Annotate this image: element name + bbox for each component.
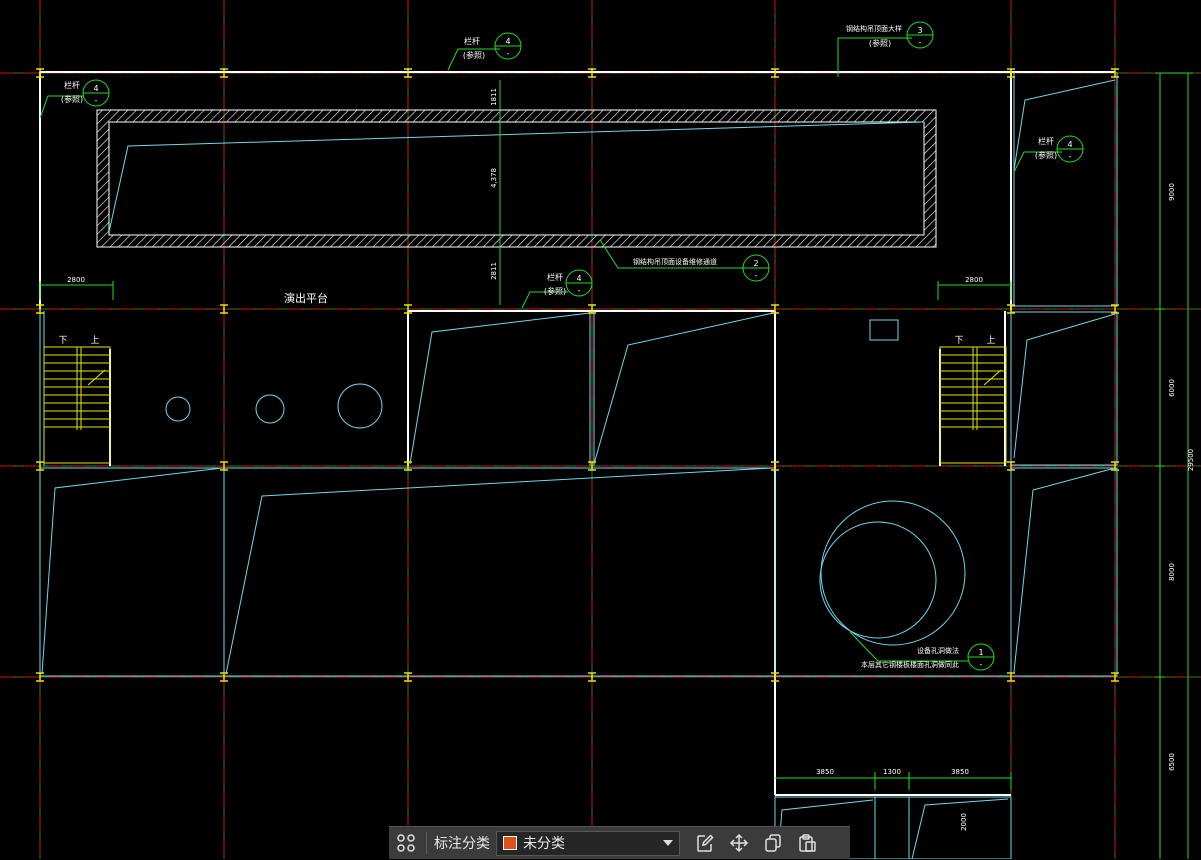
stair-right [939, 346, 1007, 464]
move-icon[interactable] [722, 827, 756, 860]
dim-3850-b: 3850 [951, 768, 969, 776]
tag3-label: 栏杆 [64, 80, 80, 90]
platform-label: 演出平台 [284, 291, 328, 305]
tag7-den: - [980, 660, 983, 669]
chevron-down-icon [663, 840, 673, 846]
dim-8000: 8000 [1168, 563, 1176, 581]
dim-mid: 2811 [490, 262, 498, 280]
tag2-num: 3 [917, 26, 922, 35]
tag6-num: 4 [576, 274, 581, 283]
annotation-toolbar: 标注分类 未分类 [389, 826, 850, 859]
column-markers [36, 68, 1119, 682]
grid-icon[interactable] [389, 827, 423, 860]
tag1-num: 4 [505, 37, 510, 46]
annotation-category-label: 标注分类 [434, 836, 490, 852]
tag7-label: 设备孔洞做法 [917, 646, 959, 655]
edit-icon[interactable] [688, 827, 722, 860]
stair-up-right-label: 上 [986, 335, 995, 346]
dim-2800-left: 2800 [67, 276, 85, 284]
dim-29500: 29500 [1187, 449, 1195, 471]
tag2-sub: (参照) [869, 38, 891, 48]
walls [39, 71, 1115, 796]
room-labels: 演出平台 下 上 下 上 [58, 291, 995, 346]
annotation-category-select[interactable]: 未分类 [496, 830, 680, 856]
toolbar-separator [426, 832, 427, 854]
tag2-den: - [919, 38, 922, 47]
stair-down-left-label: 下 [58, 336, 67, 346]
cad-drawing-canvas[interactable]: 4 - 3 - 4 - 4 - 2 - 4 - 1 - 栏杆 (参照) 钢结构吊… [0, 0, 1201, 859]
dim-1300: 1300 [883, 768, 901, 776]
tag6-den: - [578, 286, 581, 295]
tag4-num: 4 [1067, 140, 1072, 149]
tag3-num: 4 [93, 84, 98, 93]
tag7-sub: 本层其它钢楼板楼面孔洞做同此 [861, 660, 959, 669]
tag5-den: - [755, 271, 758, 280]
category-select-value: 未分类 [523, 836, 565, 852]
dim-3850-a: 3850 [816, 768, 834, 776]
tag5-label: 钢结构吊顶面设备维修通道 [633, 257, 717, 266]
tag6-label: 栏杆 [547, 272, 563, 282]
dim-top: 1811 [490, 88, 498, 106]
tag5-num: 2 [753, 259, 758, 268]
leader-lines [39, 37, 1062, 662]
dim-6000: 6000 [1168, 379, 1176, 397]
tag3-sub: (参照) [61, 94, 83, 104]
stair-down-right-label: 下 [954, 336, 963, 346]
dim-6500: 6500 [1168, 753, 1176, 771]
dim-2000: 2000 [960, 813, 968, 831]
copy-icon[interactable] [756, 827, 790, 860]
dim-4378: 4,378 [490, 168, 498, 188]
dimension-text: 2800 2800 4,378 1811 2811 9000 6000 2950… [67, 88, 1195, 831]
tag4-label: 栏杆 [1038, 136, 1054, 146]
stair-left [43, 346, 111, 464]
stair-up-left-label: 上 [90, 335, 99, 346]
tag7-num: 1 [978, 648, 983, 657]
tag6-sub: (参照) [544, 286, 566, 296]
tag2-label: 钢结构吊顶面大样 [846, 24, 902, 33]
tag4-den: - [1069, 152, 1072, 161]
paste-icon[interactable] [790, 827, 824, 860]
tag1-label: 栏杆 [464, 36, 480, 46]
tag4-sub: (参照) [1035, 150, 1057, 160]
dim-2800-right: 2800 [965, 276, 983, 284]
tag1-den: - [507, 49, 510, 58]
dimension-lines [39, 80, 1012, 790]
hatched-opening [96, 109, 937, 248]
tag3-den: - [95, 96, 98, 105]
tag1-sub: (参照) [463, 50, 485, 60]
category-color-swatch [503, 836, 517, 850]
dim-9000: 9000 [1168, 183, 1176, 201]
